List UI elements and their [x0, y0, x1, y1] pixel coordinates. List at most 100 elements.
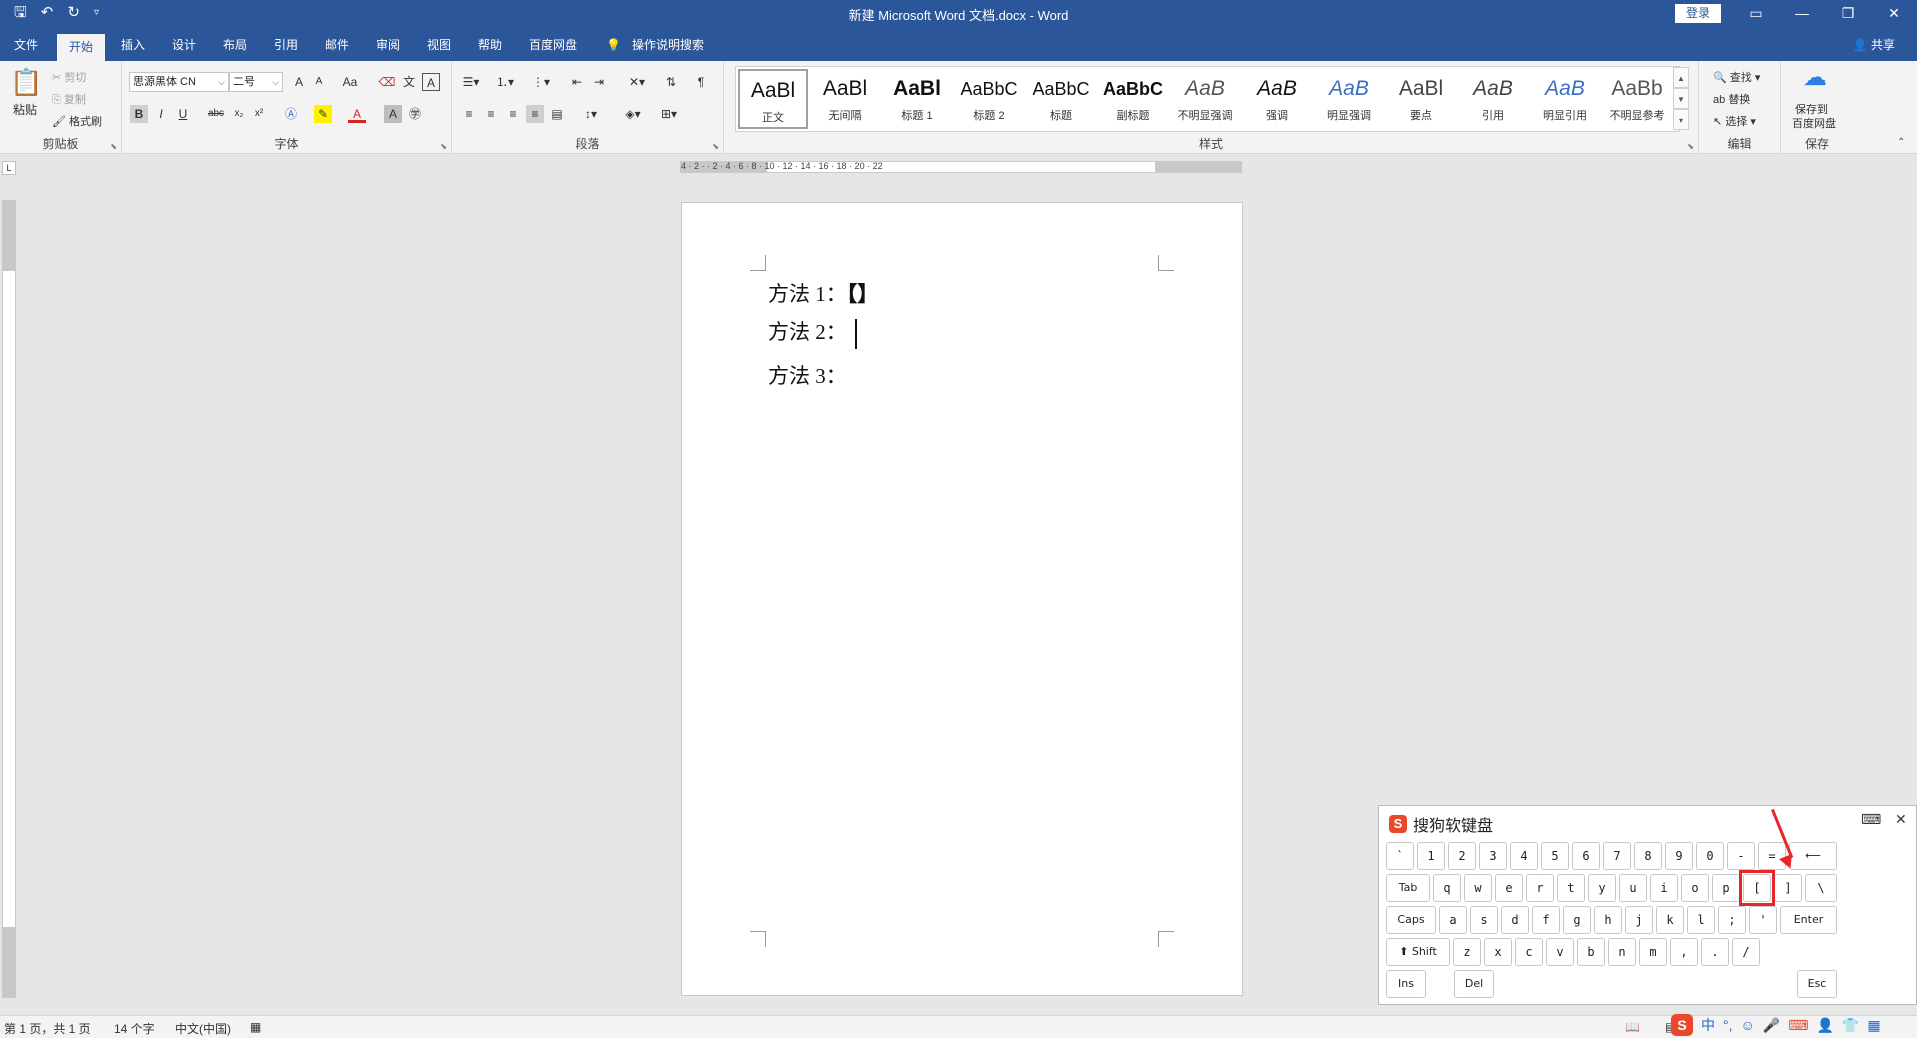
- format-painter-button[interactable]: 🖌 格式刷: [52, 113, 102, 129]
- word-count[interactable]: 14 个字: [114, 1020, 155, 1037]
- tab-selector[interactable]: L: [2, 161, 16, 175]
- user-icon[interactable]: 👤: [1816, 1017, 1833, 1034]
- chevron-down-icon[interactable]: ▼: [1673, 88, 1689, 109]
- font-size-combo[interactable]: 二号 ⌵: [229, 72, 283, 92]
- key-c[interactable]: c: [1515, 938, 1543, 966]
- tab-view[interactable]: 视图: [427, 35, 451, 61]
- key-u[interactable]: u: [1619, 874, 1647, 902]
- key-l[interactable]: l: [1687, 906, 1715, 934]
- phonetic-guide-icon[interactable]: 文: [400, 73, 418, 91]
- key-t[interactable]: t: [1557, 874, 1585, 902]
- tell-me-search[interactable]: 操作说明搜索: [632, 35, 704, 61]
- key-caps[interactable]: Caps: [1386, 906, 1436, 934]
- key-y[interactable]: y: [1588, 874, 1616, 902]
- style-title[interactable]: AaBbC 标题: [1026, 69, 1096, 129]
- key-p[interactable]: p: [1712, 874, 1740, 902]
- style-heading-2[interactable]: AaBbC 标题 2: [954, 69, 1024, 129]
- key-tab[interactable]: Tab: [1386, 874, 1430, 902]
- key-d[interactable]: d: [1501, 906, 1529, 934]
- key-quote[interactable]: ': [1749, 906, 1777, 934]
- restore-icon[interactable]: ❐: [1825, 0, 1871, 27]
- tab-help[interactable]: 帮助: [478, 35, 502, 61]
- text-effects-icon[interactable]: Ⓐ: [282, 105, 300, 123]
- share-button[interactable]: 👤 共享: [1853, 36, 1895, 53]
- key-i[interactable]: i: [1650, 874, 1678, 902]
- shrink-font-button[interactable]: A: [310, 73, 328, 91]
- document-line-3[interactable]: 方法 3：: [768, 360, 847, 390]
- sort-icon[interactable]: ⇅: [662, 73, 680, 91]
- cut-button[interactable]: ✂ 剪切: [52, 69, 86, 85]
- subscript-button[interactable]: x₂: [230, 105, 248, 123]
- underline-button[interactable]: U: [174, 105, 192, 123]
- superscript-button[interactable]: x²: [250, 105, 268, 123]
- punctuation-toggle[interactable]: °,: [1723, 1017, 1733, 1033]
- tab-home[interactable]: 开始: [57, 34, 106, 61]
- key-o[interactable]: o: [1681, 874, 1709, 902]
- highlight-icon[interactable]: ✎: [314, 105, 332, 123]
- dialog-launcher-icon[interactable]: ⬊: [440, 142, 447, 151]
- numbering-icon[interactable]: ⒈▾: [492, 73, 518, 91]
- replace-button[interactable]: ab 替换: [1713, 91, 1750, 107]
- key-8[interactable]: 8: [1634, 842, 1662, 870]
- key-z[interactable]: z: [1453, 938, 1481, 966]
- font-color-icon[interactable]: A: [348, 105, 366, 123]
- key-period[interactable]: .: [1701, 938, 1729, 966]
- font-family-combo[interactable]: 思源黑体 CN ⌵: [129, 72, 229, 92]
- key-ins[interactable]: Ins: [1386, 970, 1426, 998]
- align-center-icon[interactable]: ≡: [482, 105, 500, 123]
- key-1[interactable]: 1: [1417, 842, 1445, 870]
- change-case-button[interactable]: Aa: [336, 73, 364, 91]
- toolbox-icon[interactable]: ▦: [1867, 1017, 1880, 1034]
- soft-keyboard-icon[interactable]: ⌨: [1788, 1017, 1808, 1034]
- key-q[interactable]: q: [1433, 874, 1461, 902]
- sogou-logo-icon[interactable]: S: [1671, 1014, 1693, 1036]
- style-strong[interactable]: AaBl 要点: [1386, 69, 1456, 129]
- chevron-up-icon[interactable]: ▲: [1673, 67, 1689, 88]
- key-esc[interactable]: Esc: [1797, 970, 1837, 998]
- document-page[interactable]: 方法 1：【】 方法 2： 方法 3：: [681, 202, 1243, 996]
- key-n[interactable]: n: [1608, 938, 1636, 966]
- keyboard-icon[interactable]: ⌨: [1861, 811, 1881, 828]
- tab-review[interactable]: 审阅: [376, 35, 400, 61]
- copy-button[interactable]: ⎘ 复制: [52, 91, 86, 107]
- key-5[interactable]: 5: [1541, 842, 1569, 870]
- key-6[interactable]: 6: [1572, 842, 1600, 870]
- justify-icon[interactable]: ≡: [526, 105, 544, 123]
- close-icon[interactable]: ✕: [1895, 811, 1907, 828]
- enclose-character-icon[interactable]: ㊫: [406, 105, 424, 123]
- tab-design[interactable]: 设计: [172, 35, 196, 61]
- multilevel-list-icon[interactable]: ⋮▾: [528, 73, 554, 91]
- key-slash[interactable]: /: [1732, 938, 1760, 966]
- emoji-icon[interactable]: ☺: [1741, 1017, 1755, 1033]
- key-2[interactable]: 2: [1448, 842, 1476, 870]
- clear-format-icon[interactable]: ⌫: [378, 73, 396, 91]
- key-v[interactable]: v: [1546, 938, 1574, 966]
- bullets-icon[interactable]: ☰▾: [458, 73, 484, 91]
- grow-font-button[interactable]: A: [290, 73, 308, 91]
- style-quote[interactable]: AaB 引用: [1458, 69, 1528, 129]
- tab-layout[interactable]: 布局: [223, 35, 247, 61]
- save-to-netdisk-line2[interactable]: 百度网盘: [1792, 115, 1836, 131]
- paste-button[interactable]: 粘贴: [13, 101, 37, 118]
- character-shading-icon[interactable]: A: [384, 105, 402, 123]
- find-button[interactable]: 🔍 查找 ▾: [1713, 69, 1760, 85]
- align-left-icon[interactable]: ≡: [460, 105, 478, 123]
- key-j[interactable]: j: [1625, 906, 1653, 934]
- distributed-icon[interactable]: ▤: [548, 105, 566, 123]
- select-button[interactable]: ↖ 选择 ▾: [1713, 113, 1756, 129]
- show-marks-icon[interactable]: ¶: [692, 73, 710, 91]
- style-intense-quote[interactable]: AaB 明显引用: [1530, 69, 1600, 129]
- key-enter[interactable]: Enter: [1780, 906, 1837, 934]
- page-count[interactable]: 第 1 页，共 1 页: [4, 1020, 91, 1037]
- style-normal[interactable]: AaBl 正文: [738, 69, 808, 129]
- key-f[interactable]: f: [1532, 906, 1560, 934]
- style-subtle-emphasis[interactable]: AaB 不明显强调: [1170, 69, 1240, 129]
- tab-mailings[interactable]: 邮件: [325, 35, 349, 61]
- style-intense-emphasis[interactable]: AaB 明显强调: [1314, 69, 1384, 129]
- close-icon[interactable]: ✕: [1871, 0, 1917, 27]
- document-line-1[interactable]: 方法 1：【】: [768, 278, 878, 308]
- paste-icon[interactable]: 📋: [10, 67, 42, 98]
- key-k[interactable]: k: [1656, 906, 1684, 934]
- soft-keyboard-title[interactable]: S 搜狗软键盘: [1389, 812, 1493, 836]
- tab-file[interactable]: 文件: [14, 35, 38, 61]
